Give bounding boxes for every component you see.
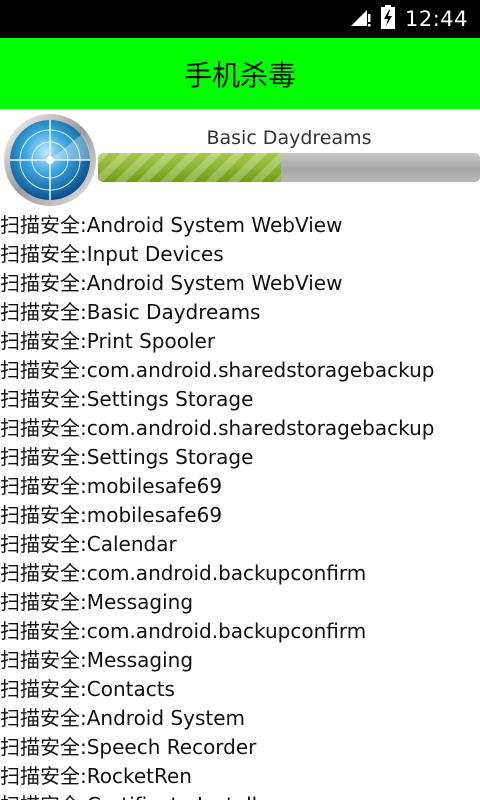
list-item: 扫描安全:Settings Storage (0, 445, 254, 469)
list-item: 扫描安全:Speech Recorder (0, 735, 257, 759)
list-item: 扫描安全:RocketRen (0, 764, 192, 788)
list-item: 扫描安全:mobilesafe69 (0, 503, 223, 527)
radar-icon (2, 112, 98, 208)
status-bar: 12:44 (0, 0, 480, 38)
signal-icon (349, 6, 371, 32)
scan-panel: Basic Daydreams (0, 109, 480, 211)
current-scan-app: Basic Daydreams (206, 127, 372, 149)
list-item: 扫描安全:com.android.sharedstoragebackup (0, 416, 435, 440)
list-item: 扫描安全:Settings Storage (0, 387, 254, 411)
list-item: 扫描安全:Messaging (0, 590, 194, 614)
list-item: 扫描安全:Android System (0, 706, 245, 730)
list-item: 扫描安全:Contacts (0, 677, 175, 701)
list-item: 扫描安全:Print Spooler (0, 329, 216, 353)
list-item: 扫描安全:Calendar (0, 532, 177, 556)
list-item: 扫描安全:Messaging (0, 648, 194, 672)
clock: 12:44 (404, 7, 468, 31)
scan-progress-bar (98, 153, 480, 182)
battery-icon (380, 5, 395, 33)
list-item: 扫描安全:Certificate Installer (0, 791, 480, 800)
list-item: 扫描安全:Input Devices (0, 242, 224, 266)
list-item: 扫描安全:Android System WebView (0, 213, 343, 237)
list-item: 扫描安全:com.android.backupconfirm (0, 619, 367, 643)
list-item: 扫描安全:Android System WebView (0, 271, 343, 295)
list-item: 扫描安全:com.android.backupconfirm (0, 561, 367, 585)
page-title: 手机杀毒 (183, 58, 296, 92)
app-header: 手机杀毒 (0, 38, 480, 109)
list-item: 扫描安全:com.android.sharedstoragebackup (0, 358, 435, 382)
scan-log-list[interactable]: 扫描安全:Android System WebView 扫描安全:Input De… (0, 211, 480, 800)
scan-progress-fill (98, 153, 282, 182)
list-item: 扫描安全:Basic Daydreams (0, 300, 261, 324)
list-item: 扫描安全:mobilesafe69 (0, 474, 223, 498)
